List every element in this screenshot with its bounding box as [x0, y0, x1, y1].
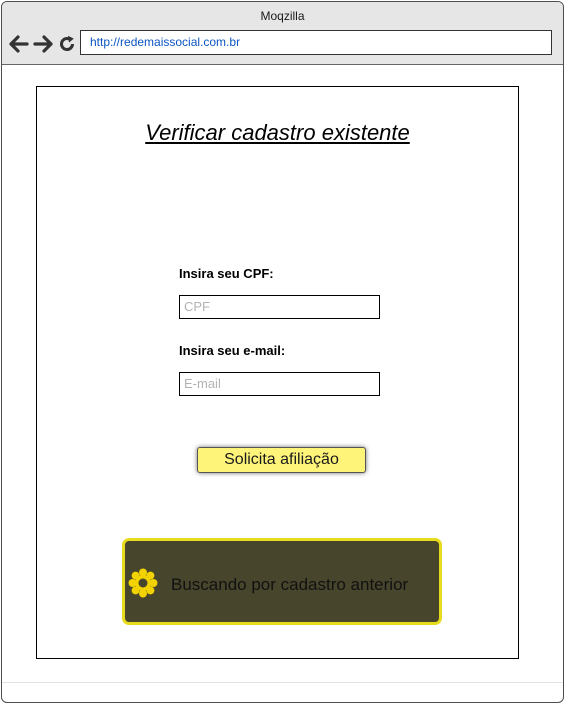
verification-panel: Verificar cadastro existente Insira seu … — [36, 86, 519, 659]
window-title: Moqzilla — [260, 9, 305, 23]
loading-status-box: Buscando por cadastro anterior — [122, 538, 442, 625]
cpf-input[interactable]: CPF — [179, 295, 380, 319]
email-input[interactable]: E-mail — [179, 372, 380, 396]
status-bar-divider — [2, 682, 563, 683]
browser-toolbar: Moqzilla http://redemaissocial.com.br — [2, 2, 563, 65]
email-label: Insira seu e-mail: — [179, 343, 286, 358]
status-message: Buscando por cadastro anterior — [171, 575, 409, 594]
back-arrow-icon[interactable] — [8, 34, 30, 54]
spinner-icon — [127, 567, 159, 599]
page-title: Verificar cadastro existente — [145, 120, 410, 145]
cpf-label: Insira seu CPF: — [179, 266, 274, 281]
address-bar[interactable]: http://redemaissocial.com.br — [80, 30, 552, 55]
solicit-affiliation-button[interactable]: Solicita afiliação — [197, 447, 366, 473]
forward-arrow-icon[interactable] — [32, 34, 54, 54]
reload-icon[interactable] — [56, 34, 78, 54]
